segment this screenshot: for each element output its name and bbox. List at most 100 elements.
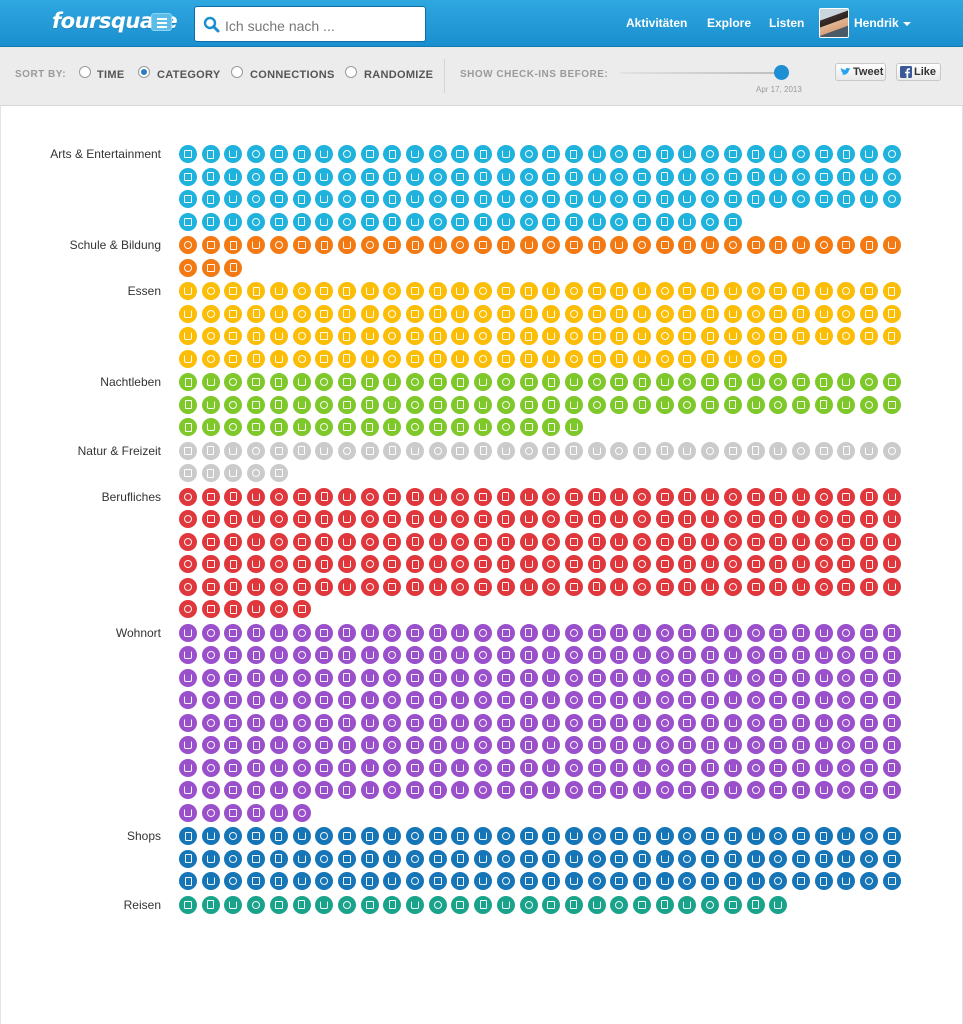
checkin-venue-icon[interactable] <box>837 282 856 300</box>
checkin-venue-icon[interactable] <box>224 349 243 368</box>
checkin-venue-icon[interactable] <box>292 167 311 186</box>
checkin-venue-icon[interactable] <box>428 849 447 868</box>
checkin-venue-icon[interactable] <box>814 510 833 528</box>
checkin-venue-icon[interactable] <box>337 373 356 391</box>
checkin-venue-icon[interactable] <box>269 758 288 777</box>
checkin-venue-icon[interactable] <box>292 758 311 777</box>
checkin-venue-icon[interactable] <box>269 327 288 345</box>
checkin-venue-icon[interactable] <box>791 145 810 163</box>
checkin-venue-icon[interactable] <box>610 373 629 391</box>
checkin-venue-icon[interactable] <box>360 487 379 506</box>
checkin-venue-icon[interactable] <box>791 395 810 414</box>
checkin-venue-icon[interactable] <box>360 623 379 642</box>
checkin-venue-icon[interactable] <box>701 236 720 254</box>
checkin-venue-icon[interactable] <box>337 895 356 914</box>
checkin-venue-icon[interactable] <box>860 577 878 596</box>
checkin-venue-icon[interactable] <box>837 167 856 186</box>
sort-connections-label[interactable]: CONNECTIONS <box>250 69 335 81</box>
checkin-venue-icon[interactable] <box>201 849 220 868</box>
checkin-venue-icon[interactable] <box>610 668 629 687</box>
checkin-venue-icon[interactable] <box>337 212 356 231</box>
checkin-venue-icon[interactable] <box>655 304 674 323</box>
checkin-venue-icon[interactable] <box>474 623 493 642</box>
checkin-venue-icon[interactable] <box>655 190 674 208</box>
checkin-venue-icon[interactable] <box>315 395 334 414</box>
checkin-venue-icon[interactable] <box>519 668 538 687</box>
checkin-venue-icon[interactable] <box>564 349 583 368</box>
checkin-venue-icon[interactable] <box>224 736 243 754</box>
checkin-venue-icon[interactable] <box>496 691 515 709</box>
checkin-venue-icon[interactable] <box>678 736 697 754</box>
checkin-venue-icon[interactable] <box>655 327 674 345</box>
checkin-venue-icon[interactable] <box>201 395 220 414</box>
checkin-venue-icon[interactable] <box>655 145 674 163</box>
checkin-venue-icon[interactable] <box>383 190 402 208</box>
checkin-venue-icon[interactable] <box>406 668 424 687</box>
checkin-venue-icon[interactable] <box>746 577 765 596</box>
checkin-venue-icon[interactable] <box>179 464 197 482</box>
checkin-venue-icon[interactable] <box>564 327 583 345</box>
checkin-venue-icon[interactable] <box>292 713 311 732</box>
checkin-venue-icon[interactable] <box>610 646 629 664</box>
checkin-venue-icon[interactable] <box>610 758 629 777</box>
checkin-venue-icon[interactable] <box>678 691 697 709</box>
checkin-venue-icon[interactable] <box>428 282 447 300</box>
checkin-venue-icon[interactable] <box>882 236 901 254</box>
checkin-venue-icon[interactable] <box>496 736 515 754</box>
checkin-venue-icon[interactable] <box>701 555 720 573</box>
checkin-venue-icon[interactable] <box>360 781 379 799</box>
checkin-venue-icon[interactable] <box>360 167 379 186</box>
checkin-venue-icon[interactable] <box>201 190 220 208</box>
checkin-venue-icon[interactable] <box>451 190 470 208</box>
checkin-venue-icon[interactable] <box>451 395 470 414</box>
checkin-venue-icon[interactable] <box>701 441 720 460</box>
checkin-venue-icon[interactable] <box>224 691 243 709</box>
checkin-venue-icon[interactable] <box>701 349 720 368</box>
checkin-venue-icon[interactable] <box>428 895 447 914</box>
checkin-venue-icon[interactable] <box>564 441 583 460</box>
checkin-venue-icon[interactable] <box>610 395 629 414</box>
checkin-venue-icon[interactable] <box>837 623 856 642</box>
checkin-venue-icon[interactable] <box>247 373 266 391</box>
checkin-venue-icon[interactable] <box>723 577 742 596</box>
checkin-venue-icon[interactable] <box>769 236 788 254</box>
checkin-venue-icon[interactable] <box>678 304 697 323</box>
checkin-venue-icon[interactable] <box>587 646 606 664</box>
checkin-venue-icon[interactable] <box>496 577 515 596</box>
checkin-venue-icon[interactable] <box>428 577 447 596</box>
checkin-venue-icon[interactable] <box>564 849 583 868</box>
checkin-venue-icon[interactable] <box>837 577 856 596</box>
checkin-venue-icon[interactable] <box>337 418 356 436</box>
checkin-venue-icon[interactable] <box>678 713 697 732</box>
checkin-venue-icon[interactable] <box>701 827 720 845</box>
checkin-venue-icon[interactable] <box>701 713 720 732</box>
checkin-venue-icon[interactable] <box>633 373 651 391</box>
checkin-venue-icon[interactable] <box>723 327 742 345</box>
checkin-venue-icon[interactable] <box>428 691 447 709</box>
checkin-venue-icon[interactable] <box>814 282 833 300</box>
checkin-venue-icon[interactable] <box>292 304 311 323</box>
checkin-venue-icon[interactable] <box>791 872 810 890</box>
checkin-venue-icon[interactable] <box>791 691 810 709</box>
checkin-venue-icon[interactable] <box>882 190 901 208</box>
checkin-venue-icon[interactable] <box>496 418 515 436</box>
checkin-venue-icon[interactable] <box>496 758 515 777</box>
checkin-venue-icon[interactable] <box>814 827 833 845</box>
checkin-venue-icon[interactable] <box>723 555 742 573</box>
checkin-venue-icon[interactable] <box>882 623 901 642</box>
checkin-venue-icon[interactable] <box>791 304 810 323</box>
checkin-venue-icon[interactable] <box>337 758 356 777</box>
checkin-venue-icon[interactable] <box>496 895 515 914</box>
checkin-venue-icon[interactable] <box>269 212 288 231</box>
checkin-venue-icon[interactable] <box>451 623 470 642</box>
checkin-venue-icon[interactable] <box>837 713 856 732</box>
checkin-venue-icon[interactable] <box>655 487 674 506</box>
checkin-venue-icon[interactable] <box>383 827 402 845</box>
checkin-venue-icon[interactable] <box>292 441 311 460</box>
checkin-venue-icon[interactable] <box>383 212 402 231</box>
checkin-venue-icon[interactable] <box>474 872 493 890</box>
checkin-venue-icon[interactable] <box>723 145 742 163</box>
checkin-venue-icon[interactable] <box>406 532 424 551</box>
checkin-venue-icon[interactable] <box>701 190 720 208</box>
checkin-venue-icon[interactable] <box>519 577 538 596</box>
